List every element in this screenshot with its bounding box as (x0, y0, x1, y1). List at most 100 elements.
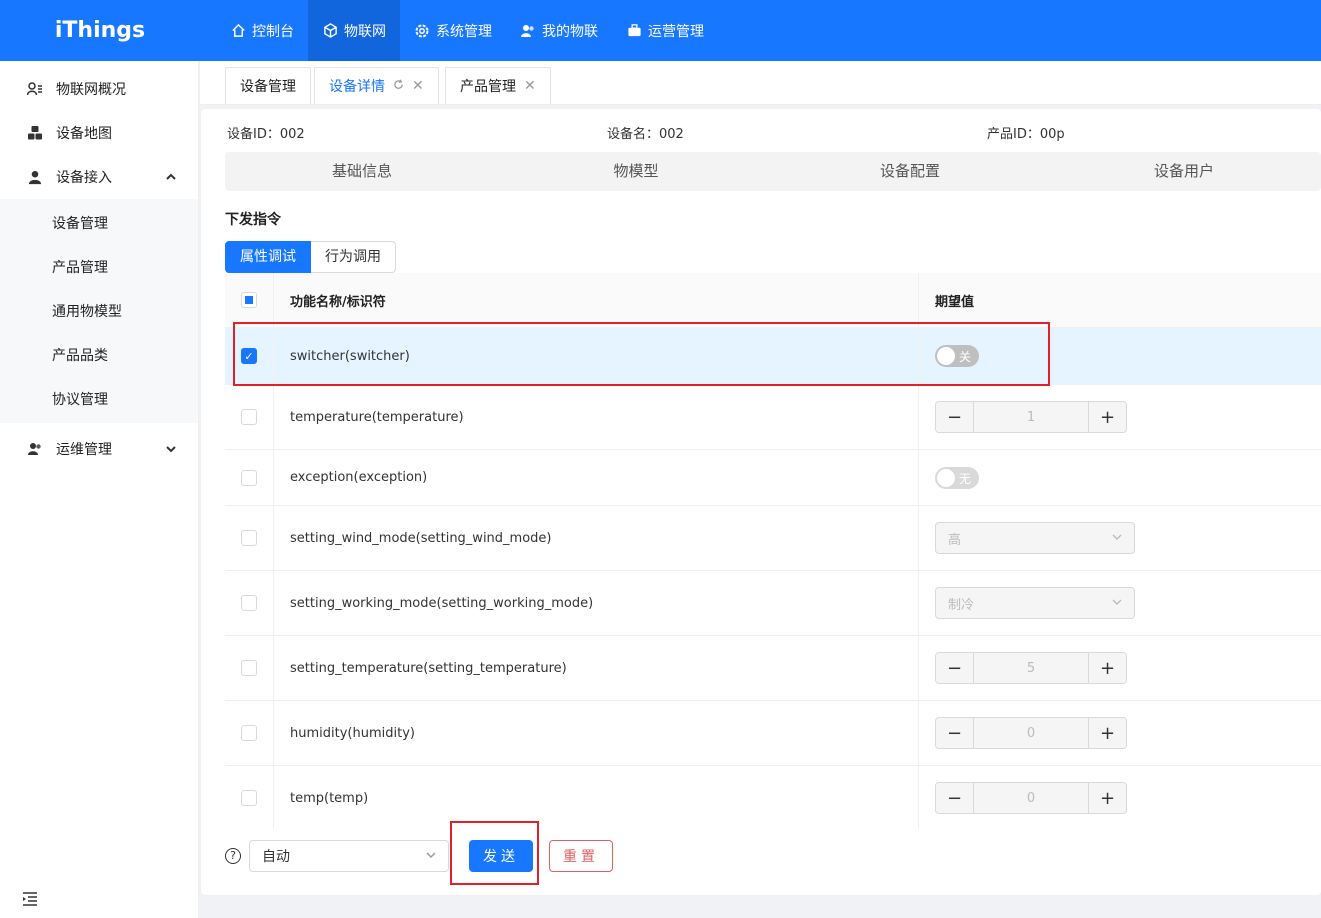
segment-property-debug[interactable]: 属性调试 (225, 241, 311, 273)
table-row: setting_working_mode(setting_working_mod… (225, 571, 1321, 636)
row-value-cell: − 1 + (919, 385, 1321, 449)
chevron-up-icon (166, 170, 176, 186)
row-select-cell (225, 385, 274, 449)
topnav-operations[interactable]: 运营管理 (612, 0, 718, 61)
segment-action-call[interactable]: 行为调用 (311, 241, 396, 273)
plus-button[interactable]: + (1089, 783, 1126, 813)
select-value: 高 (948, 532, 962, 548)
topnav-my-iot[interactable]: 我的物联 (506, 0, 612, 61)
tab-device-management[interactable]: 设备管理 (225, 67, 311, 104)
sidebar-item-label: 运维管理 (56, 442, 112, 458)
chevron-down-icon (1112, 531, 1122, 546)
row-name: temperature(temperature) (274, 385, 919, 449)
table-row: setting_temperature(setting_temperature)… (225, 636, 1321, 701)
row-checkbox[interactable] (241, 409, 257, 425)
row-checkbox[interactable] (241, 790, 257, 806)
sidebar-item-label: 设备地图 (56, 126, 112, 142)
sidebar-item-protocol-management[interactable]: 协议管理 (0, 377, 198, 421)
sidebar-item-common-thing-model[interactable]: 通用物模型 (0, 289, 198, 333)
sidebar-item-device-access[interactable]: 设备接入 (0, 155, 198, 199)
send-button[interactable]: 发送 (469, 840, 533, 872)
table-row: temp(temp) − 0 + (225, 766, 1321, 829)
gear-icon (414, 23, 430, 39)
refresh-icon[interactable] (393, 78, 404, 94)
row-checkbox[interactable] (241, 469, 257, 486)
sidebar-item-iot-overview[interactable]: 物联网概况 (0, 67, 198, 111)
send-mode-select[interactable]: 自动 (249, 840, 449, 872)
row-value-cell: − 0 + (919, 766, 1321, 829)
sidebar-item-device-map[interactable]: 设备地图 (0, 111, 198, 155)
value-switch[interactable]: 无 (935, 466, 979, 489)
chevron-down-icon (166, 442, 176, 458)
minus-button[interactable]: − (936, 653, 973, 683)
tab-product-management[interactable]: 产品管理 ✕ (445, 67, 551, 104)
user-icon (26, 168, 44, 186)
plus-button[interactable]: + (1089, 653, 1126, 683)
topnav-iot[interactable]: 物联网 (308, 0, 400, 61)
header-select-cell (225, 273, 274, 327)
sidebar: 物联网概况 设备地图 设备接入 设备管理 产品管理 通用物模型 产品品类 协议管… (0, 61, 199, 918)
row-select-cell (225, 701, 274, 765)
command-type-segment: 属性调试 行为调用 (225, 241, 396, 273)
stepper-value[interactable]: 5 (973, 653, 1089, 683)
device-id: 设备ID：002 (227, 127, 305, 142)
minus-button[interactable]: − (936, 718, 973, 748)
sidebar-item-product-category[interactable]: 产品品类 (0, 333, 198, 377)
table-row: ✓ switcher(switcher) 关 (225, 328, 1321, 385)
close-icon[interactable]: ✕ (524, 78, 536, 94)
select-value: 制冷 (948, 597, 975, 613)
value-select[interactable]: 制冷 (935, 587, 1135, 619)
row-checkbox[interactable] (241, 660, 257, 676)
device-name: 设备名：002 (607, 127, 684, 142)
app-logo: iThings (54, 18, 146, 43)
home-icon (230, 23, 246, 39)
row-value-cell: 关 (919, 328, 1321, 384)
select-all-checkbox[interactable] (241, 292, 257, 308)
row-name: setting_temperature(setting_temperature) (274, 636, 919, 700)
row-name: switcher(switcher) (274, 328, 919, 384)
subtab-basic-info[interactable]: 基础信息 (225, 152, 499, 191)
briefcase-icon (626, 23, 642, 39)
help-icon[interactable]: ? (225, 848, 241, 864)
stepper-value[interactable]: 0 (973, 718, 1089, 748)
device-detail-card: 设备ID：002 设备名：002 产品ID：00p 基础信息 物模型 设备配置 … (201, 109, 1321, 895)
plus-button[interactable]: + (1089, 718, 1126, 748)
header-value: 期望值 (935, 294, 975, 310)
subtab-device-config[interactable]: 设备配置 (773, 152, 1047, 191)
minus-button[interactable]: − (936, 783, 973, 813)
reset-button[interactable]: 重置 (549, 840, 613, 872)
close-icon[interactable]: ✕ (412, 78, 424, 94)
menu-collapse-icon[interactable] (22, 892, 38, 910)
table-header: 功能名称/标识符 期望值 (225, 273, 1321, 328)
row-value-cell: 无 (919, 450, 1321, 505)
user-list-icon (26, 80, 44, 98)
sidebar-item-device-management[interactable]: 设备管理 (0, 201, 198, 245)
cube-icon (322, 23, 338, 39)
value-select[interactable]: 高 (935, 522, 1135, 554)
row-value-cell: − 0 + (919, 701, 1321, 765)
row-checkbox[interactable] (241, 530, 257, 546)
row-checkbox[interactable] (241, 725, 257, 741)
tab-device-detail[interactable]: 设备详情 ✕ (314, 67, 439, 104)
stepper-value[interactable]: 1 (973, 402, 1089, 432)
sidebar-item-product-management[interactable]: 产品管理 (0, 245, 198, 289)
sidebar-item-ops[interactable]: 运维管理 (0, 427, 198, 471)
topnav-label: 系统管理 (436, 23, 492, 40)
switch-knob (937, 468, 955, 487)
value-switch[interactable]: 关 (935, 345, 979, 367)
subtab-device-users[interactable]: 设备用户 (1047, 152, 1321, 191)
topnav-system[interactable]: 系统管理 (400, 0, 506, 61)
table-row: humidity(humidity) − 0 + (225, 701, 1321, 766)
topnav-console[interactable]: 控制台 (216, 0, 308, 61)
tab-label: 设备管理 (240, 79, 296, 95)
row-checkbox[interactable]: ✓ (241, 348, 257, 364)
subtab-thing-model[interactable]: 物模型 (499, 152, 773, 191)
submenu-device-access: 设备管理 产品管理 通用物模型 产品品类 协议管理 (0, 199, 198, 423)
row-checkbox[interactable] (241, 595, 257, 611)
minus-button[interactable]: − (936, 402, 973, 432)
sidebar-item-label: 物联网概况 (56, 82, 126, 98)
section-title: 下发指令 (225, 212, 281, 228)
row-select-cell: ✓ (225, 328, 274, 384)
stepper-value[interactable]: 0 (973, 783, 1089, 813)
plus-button[interactable]: + (1089, 402, 1126, 432)
